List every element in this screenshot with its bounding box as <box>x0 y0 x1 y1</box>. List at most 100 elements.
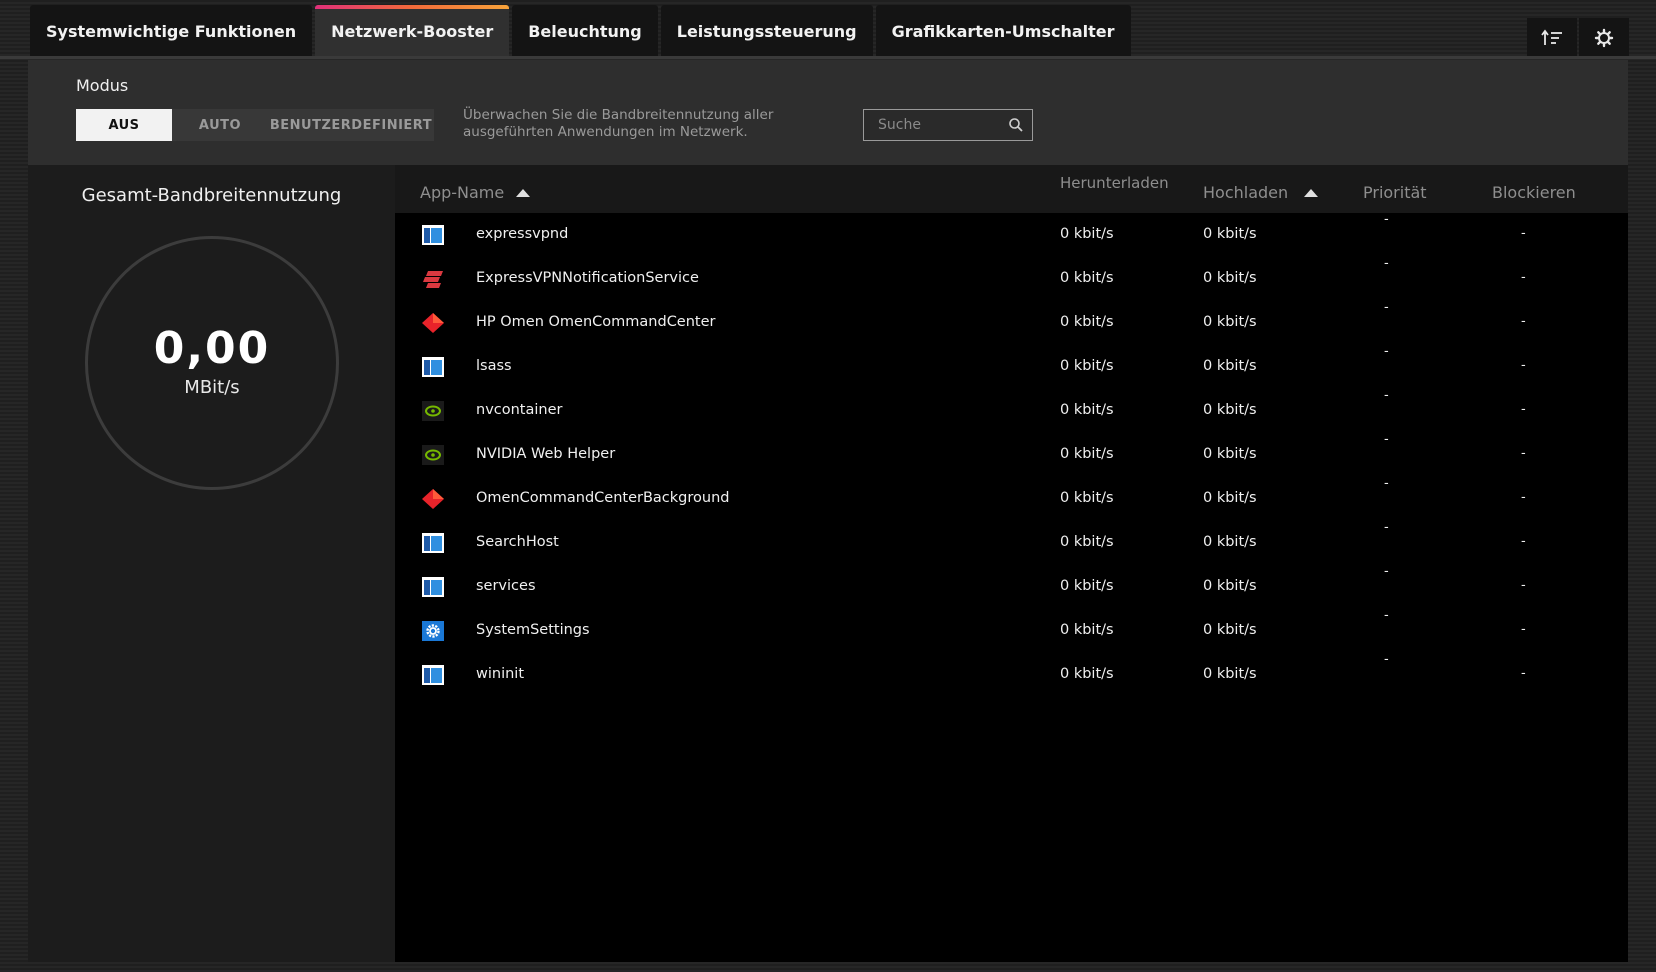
bandwidth-panel: Gesamt-Bandbreitennutzung 0,00 MBit/s <box>28 165 395 962</box>
bandwidth-unit: MBit/s <box>184 377 240 398</box>
mode-custom-button[interactable]: BENUTZERDEFINIERT <box>268 109 434 141</box>
mode-auto-button[interactable]: AUTO <box>172 109 268 141</box>
upload-cell: 0 kbit/s <box>1203 270 1257 286</box>
table-row[interactable]: lsass 0 kbit/s 0 kbit/s - - <box>395 344 1628 389</box>
column-header-download[interactable]: Herunterladen <box>1060 175 1172 192</box>
block-cell[interactable]: - <box>1521 578 1526 593</box>
table-row[interactable]: wininit 0 kbit/s 0 kbit/s - - <box>395 652 1628 697</box>
tab-beleuchtung[interactable]: Beleuchtung <box>512 5 658 57</box>
bandwidth-title: Gesamt-Bandbreitennutzung <box>81 185 342 206</box>
block-cell[interactable]: - <box>1521 490 1526 505</box>
tab-leistungssteuerung[interactable]: Leistungssteuerung <box>660 5 873 57</box>
expressvpn-icon <box>422 269 444 289</box>
tab-netzwerk-booster[interactable]: Netzwerk-Booster <box>315 5 510 57</box>
column-header-priority[interactable]: Priorität <box>1363 183 1427 202</box>
download-cell: 0 kbit/s <box>1060 314 1114 330</box>
priority-cell[interactable]: - <box>1384 608 1389 623</box>
download-cell: 0 kbit/s <box>1060 578 1114 594</box>
app-name-cell: SystemSettings <box>476 622 590 638</box>
app-name-cell: HP Omen OmenCommandCenter <box>476 314 716 330</box>
table-row[interactable]: NVIDIA Web Helper 0 kbit/s 0 kbit/s - - <box>395 432 1628 477</box>
table-row[interactable]: expressvpnd 0 kbit/s 0 kbit/s - - <box>395 212 1628 257</box>
upload-cell: 0 kbit/s <box>1203 358 1257 374</box>
nvidia-icon <box>422 445 444 465</box>
download-cell: 0 kbit/s <box>1060 666 1114 682</box>
table-row[interactable]: SearchHost 0 kbit/s 0 kbit/s - - <box>395 520 1628 565</box>
sort-button[interactable] <box>1527 18 1577 58</box>
priority-cell[interactable]: - <box>1384 520 1389 535</box>
app-name-cell: ExpressVPNNotificationService <box>476 270 699 286</box>
table-header: App-Name Herunterladen Hochladen Priorit… <box>395 165 1628 213</box>
app-name-cell: wininit <box>476 666 525 682</box>
priority-cell[interactable]: - <box>1384 652 1389 667</box>
download-cell: 0 kbit/s <box>1060 534 1114 550</box>
window-icon <box>422 357 444 377</box>
block-cell[interactable]: - <box>1521 446 1526 461</box>
nvidia-icon <box>422 401 444 421</box>
app-name-cell: lsass <box>476 358 512 374</box>
block-cell[interactable]: - <box>1521 622 1526 637</box>
app-table: App-Name Herunterladen Hochladen Priorit… <box>395 165 1628 962</box>
mode-panel: Modus AUS AUTO BENUTZERDEFINIERT Überwac… <box>28 60 1628 165</box>
app-name-cell: expressvpnd <box>476 226 569 242</box>
app-name-cell: NVIDIA Web Helper <box>476 446 616 462</box>
tab-systemwichtige-funktionen[interactable]: Systemwichtige Funktionen <box>30 5 313 57</box>
app-name-cell: nvcontainer <box>476 402 563 418</box>
column-header-upload[interactable]: Hochladen <box>1203 183 1319 202</box>
block-cell[interactable]: - <box>1521 226 1526 241</box>
column-header-block[interactable]: Blockieren <box>1492 183 1576 202</box>
window-icon <box>422 225 444 245</box>
priority-cell[interactable]: - <box>1384 432 1389 447</box>
priority-cell[interactable]: - <box>1384 212 1389 227</box>
upload-cell: 0 kbit/s <box>1203 666 1257 682</box>
priority-cell[interactable]: - <box>1384 476 1389 491</box>
priority-cell[interactable]: - <box>1384 300 1389 315</box>
upload-cell: 0 kbit/s <box>1203 578 1257 594</box>
download-cell: 0 kbit/s <box>1060 446 1114 462</box>
table-row[interactable]: services 0 kbit/s 0 kbit/s - - <box>395 564 1628 609</box>
upload-cell: 0 kbit/s <box>1203 402 1257 418</box>
upload-cell: 0 kbit/s <box>1203 446 1257 462</box>
block-cell[interactable]: - <box>1521 314 1526 329</box>
app-name-cell: OmenCommandCenterBackground <box>476 490 730 506</box>
table-body: expressvpnd 0 kbit/s 0 kbit/s - - ExpressVPNN… <box>395 212 1628 697</box>
column-header-upload-label: Hochladen <box>1203 183 1289 202</box>
download-cell: 0 kbit/s <box>1060 622 1114 638</box>
column-header-app-name[interactable]: App-Name <box>420 183 531 202</box>
column-header-app-name-label: App-Name <box>420 183 505 202</box>
priority-cell[interactable]: - <box>1384 564 1389 579</box>
block-cell[interactable]: - <box>1521 534 1526 549</box>
bandwidth-value: 0,00 <box>153 323 271 374</box>
upload-cell: 0 kbit/s <box>1203 490 1257 506</box>
priority-cell[interactable]: - <box>1384 256 1389 271</box>
header-separator <box>0 56 1656 59</box>
download-cell: 0 kbit/s <box>1060 226 1114 242</box>
upload-cell: 0 kbit/s <box>1203 622 1257 638</box>
priority-cell[interactable]: - <box>1384 388 1389 403</box>
upload-cell: 0 kbit/s <box>1203 534 1257 550</box>
gear-icon <box>1594 28 1614 48</box>
search-input[interactable] <box>878 117 998 133</box>
table-row[interactable]: HP Omen OmenCommandCenter 0 kbit/s 0 kbit/… <box>395 300 1628 345</box>
tab-bar: Systemwichtige Funktionen Netzwerk-Boost… <box>30 5 1131 57</box>
table-row[interactable]: SystemSettings 0 kbit/s 0 kbit/s - - <box>395 608 1628 653</box>
window-icon <box>422 665 444 685</box>
block-cell[interactable]: - <box>1521 402 1526 417</box>
table-row[interactable]: OmenCommandCenterBackground 0 kbit/s 0 kbi… <box>395 476 1628 521</box>
table-row[interactable]: ExpressVPNNotificationService 0 kbit/s 0 k… <box>395 256 1628 301</box>
tab-grafikkarten-umschalter[interactable]: Grafikkarten-Umschalter <box>875 5 1131 57</box>
window-icon <box>422 533 444 553</box>
settings-button[interactable] <box>1579 18 1629 58</box>
mode-description: Überwachen Sie die Bandbreitennutzung al… <box>463 107 774 140</box>
priority-cell[interactable]: - <box>1384 344 1389 359</box>
table-row[interactable]: nvcontainer 0 kbit/s 0 kbit/s - - <box>395 388 1628 433</box>
mode-aus-button[interactable]: AUS <box>76 109 172 141</box>
search-box[interactable] <box>863 109 1033 141</box>
search-icon[interactable] <box>1008 117 1024 133</box>
mode-label: Modus <box>76 76 129 95</box>
block-cell[interactable]: - <box>1521 270 1526 285</box>
block-cell[interactable]: - <box>1521 666 1526 681</box>
block-cell[interactable]: - <box>1521 358 1526 373</box>
sort-icon <box>1541 29 1562 45</box>
download-cell: 0 kbit/s <box>1060 402 1114 418</box>
